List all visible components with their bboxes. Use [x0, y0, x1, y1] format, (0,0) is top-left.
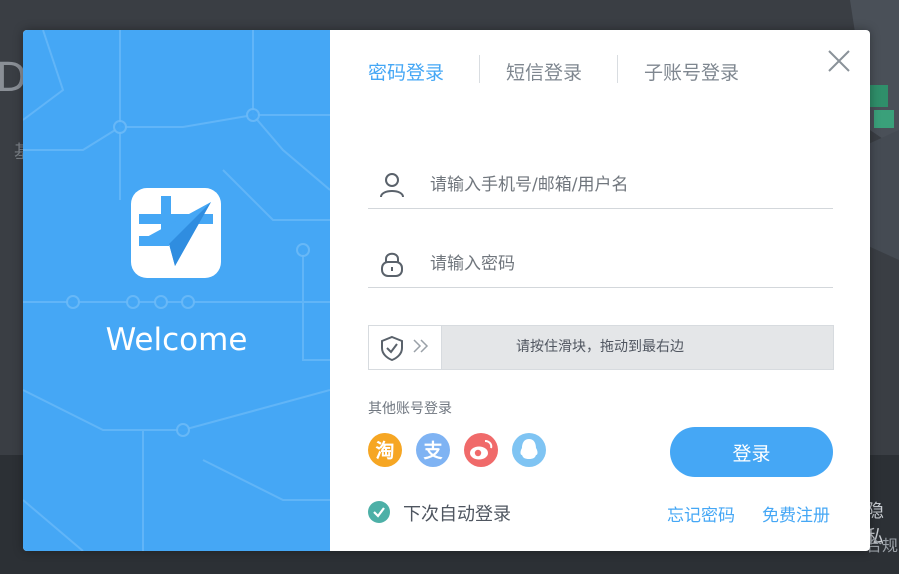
shield-check-icon [381, 335, 403, 361]
tab-subaccount-login[interactable]: 子账号登录 [644, 58, 739, 85]
weibo-icon [464, 433, 498, 467]
username-field [368, 160, 833, 209]
other-login-label: 其他账号登录 [368, 401, 452, 417]
tab-password-login[interactable]: 密码登录 [368, 58, 444, 85]
password-field [368, 239, 833, 288]
subway-map-pattern [23, 30, 330, 551]
welcome-title: Welcome [105, 322, 248, 358]
qq-login-button[interactable] [512, 433, 546, 467]
user-icon [380, 173, 404, 198]
tab-divider [617, 55, 618, 83]
background-right-subtext: 合规 [866, 536, 899, 555]
svg-text:支: 支 [422, 440, 443, 462]
welcome-panel: Welcome [23, 30, 330, 551]
qq-icon [512, 433, 546, 467]
taobao-login-button[interactable]: 淘 [368, 433, 402, 467]
weibo-login-button[interactable] [464, 433, 498, 467]
close-icon[interactable] [826, 48, 852, 74]
login-dialog: Welcome 密码登录 短信登录 子账号登录 请输入手机号/邮箱/用户名 请按… [23, 30, 870, 551]
forgot-password-link[interactable]: 忘记密码 [667, 501, 735, 526]
tab-divider [479, 55, 480, 83]
svg-text:淘: 淘 [375, 439, 394, 462]
lock-icon [381, 252, 403, 277]
slide-captcha: 请按住滑块，拖动到最右边 [368, 325, 834, 370]
check-circle-icon[interactable] [368, 501, 390, 523]
slider-instruction: 请按住滑块，拖动到最右边 [516, 339, 684, 355]
register-link[interactable]: 免费注册 [762, 501, 830, 526]
auto-login-label: 下次自动登录 [403, 504, 511, 525]
slider-handle[interactable] [369, 326, 442, 369]
alipay-login-button[interactable]: 支 [416, 433, 450, 467]
app-logo [131, 188, 221, 278]
taobao-icon: 淘 [368, 433, 402, 467]
tab-sms-login[interactable]: 短信登录 [506, 58, 582, 85]
password-input[interactable] [428, 249, 822, 279]
login-button[interactable]: 登录 [670, 427, 833, 477]
alipay-icon: 支 [416, 433, 450, 467]
username-input[interactable] [428, 170, 822, 200]
double-chevron-right-icon [413, 339, 429, 353]
